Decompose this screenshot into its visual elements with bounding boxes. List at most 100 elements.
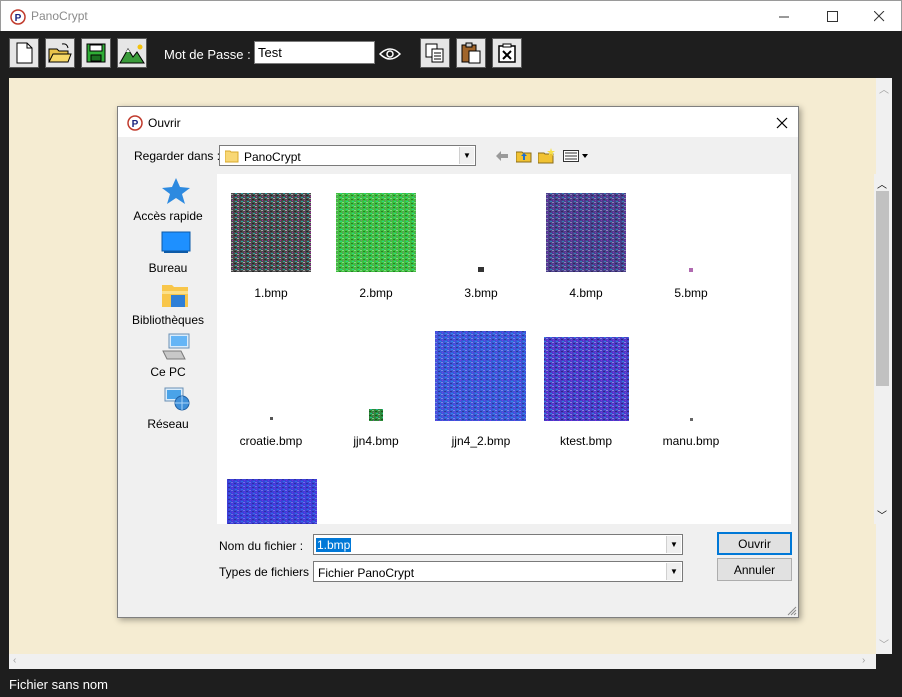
open-file-button[interactable]	[45, 38, 75, 68]
clear-icon	[498, 43, 516, 63]
view-menu-icon	[563, 150, 588, 162]
network-icon	[164, 387, 190, 411]
password-input[interactable]	[254, 41, 375, 64]
scrollbar-thumb[interactable]	[876, 191, 889, 386]
file-item[interactable]	[219, 470, 323, 524]
toolbar: Mot de Passe :	[0, 31, 902, 73]
dialog-title: Ouvrir	[148, 116, 181, 130]
place-label: Réseau	[147, 417, 189, 431]
thumbnail-image	[227, 479, 317, 524]
place-libraries[interactable]: Bibliothèques	[128, 277, 208, 327]
scroll-right-icon[interactable]: ›	[862, 655, 865, 666]
new-file-icon	[16, 42, 33, 64]
view-menu-button[interactable]	[562, 147, 590, 165]
file-item[interactable]: croatie.bmp	[219, 322, 323, 470]
open-button[interactable]: Ouvrir	[717, 532, 792, 555]
thumbnail-image	[270, 417, 273, 420]
file-type-label: Types de fichiers :	[219, 565, 316, 579]
file-list[interactable]: 1.bmp 2.bmp 3.bmp 4.bmp 5.bmp croatie.bm…	[217, 174, 891, 524]
place-label: Bibliothèques	[131, 313, 205, 327]
clear-button[interactable]	[492, 38, 522, 68]
save-icon	[86, 43, 106, 63]
file-item[interactable]: 5.bmp	[639, 174, 743, 322]
file-name-value: 1.bmp	[316, 538, 352, 552]
thumbnail-image	[546, 193, 626, 272]
chevron-down-icon[interactable]: ▼	[666, 536, 681, 553]
file-name: manu.bmp	[662, 434, 720, 448]
scroll-down-icon[interactable]: ﹀	[877, 507, 887, 522]
place-label: Ce PC	[150, 365, 186, 379]
place-desktop[interactable]: Bureau	[128, 225, 208, 275]
file-type-value: Fichier PanoCrypt	[318, 566, 415, 580]
file-name: croatie.bmp	[239, 434, 303, 448]
horizontal-scrollbar[interactable]: ‹ ›	[9, 654, 876, 669]
place-quick-access[interactable]: Accès rapide	[128, 173, 208, 223]
place-this-pc[interactable]: Ce PC	[128, 329, 208, 379]
paste-icon	[461, 42, 481, 64]
place-label: Accès rapide	[133, 209, 203, 223]
close-icon	[776, 117, 788, 129]
place-network[interactable]: Réseau	[128, 381, 208, 431]
file-item[interactable]: 3.bmp	[429, 174, 533, 322]
scroll-up-icon[interactable]: ︿	[877, 176, 887, 191]
status-bar: Fichier sans nom	[0, 671, 902, 697]
file-name-input[interactable]: 1.bmp ▼	[313, 534, 683, 555]
cancel-button[interactable]: Annuler	[717, 558, 792, 581]
file-item[interactable]: 4.bmp	[534, 174, 638, 322]
new-folder-icon	[538, 148, 555, 164]
file-name: ktest.bmp	[559, 434, 613, 448]
chevron-down-icon[interactable]: ▼	[459, 147, 474, 164]
title-bar: P PanoCrypt	[0, 0, 902, 31]
thumbnail-image	[435, 331, 526, 421]
copy-button[interactable]	[420, 38, 450, 68]
status-text: Fichier sans nom	[9, 677, 108, 692]
thumbnail-image	[231, 193, 311, 272]
new-file-button[interactable]	[9, 38, 39, 68]
app-logo-icon: P	[10, 9, 26, 25]
thumbnail-image	[369, 409, 383, 421]
scroll-up-icon[interactable]: ︿	[879, 81, 889, 96]
thumbnail	[534, 174, 638, 286]
file-item[interactable]: jjn4_2.bmp	[429, 322, 533, 470]
scroll-down-icon[interactable]: ﹀	[879, 636, 889, 651]
save-button[interactable]	[81, 38, 111, 68]
resize-grip-icon[interactable]	[787, 606, 797, 616]
file-name: 1.bmp	[254, 286, 288, 300]
minimize-button[interactable]	[761, 1, 807, 32]
open-folder-icon	[48, 43, 72, 63]
up-folder-icon	[516, 151, 532, 163]
folder-icon	[225, 150, 239, 163]
back-arrow-icon	[496, 151, 508, 161]
file-item[interactable]: manu.bmp	[639, 322, 743, 470]
new-folder-button[interactable]	[537, 147, 557, 165]
file-type-dropdown[interactable]: Fichier PanoCrypt ▼	[313, 561, 683, 582]
file-item[interactable]: jjn4.bmp	[324, 322, 428, 470]
back-button[interactable]	[492, 147, 512, 165]
paste-button[interactable]	[456, 38, 486, 68]
file-item[interactable]: ktest.bmp	[534, 322, 638, 470]
thumbnail-image	[689, 268, 693, 272]
file-item[interactable]: 1.bmp	[219, 174, 323, 322]
close-icon	[873, 11, 884, 22]
close-button[interactable]	[856, 1, 902, 32]
look-in-value: PanoCrypt	[244, 150, 301, 164]
file-item[interactable]: 2.bmp	[324, 174, 428, 322]
show-password-button[interactable]	[378, 43, 402, 65]
thumbnail	[639, 174, 743, 286]
look-in-label: Regarder dans :	[134, 149, 221, 163]
image-icon	[119, 44, 145, 64]
dialog-close-button[interactable]	[770, 112, 794, 134]
up-folder-button[interactable]	[514, 147, 534, 165]
image-button[interactable]	[117, 38, 147, 68]
look-in-dropdown[interactable]: PanoCrypt ▼	[219, 145, 476, 166]
maximize-button[interactable]	[809, 1, 855, 32]
star-icon	[162, 178, 190, 204]
scroll-left-icon[interactable]: ‹	[13, 655, 16, 666]
file-name: jjn4_2.bmp	[451, 434, 511, 448]
file-list-scrollbar[interactable]: ︿ ﹀	[874, 174, 891, 524]
places-bar: Accès rapide Bureau Bibliothèques Ce PC …	[128, 173, 208, 523]
place-label: Bureau	[148, 261, 188, 275]
copy-icon	[425, 43, 444, 63]
chevron-down-icon[interactable]: ▼	[666, 563, 681, 580]
file-name: 4.bmp	[569, 286, 603, 300]
